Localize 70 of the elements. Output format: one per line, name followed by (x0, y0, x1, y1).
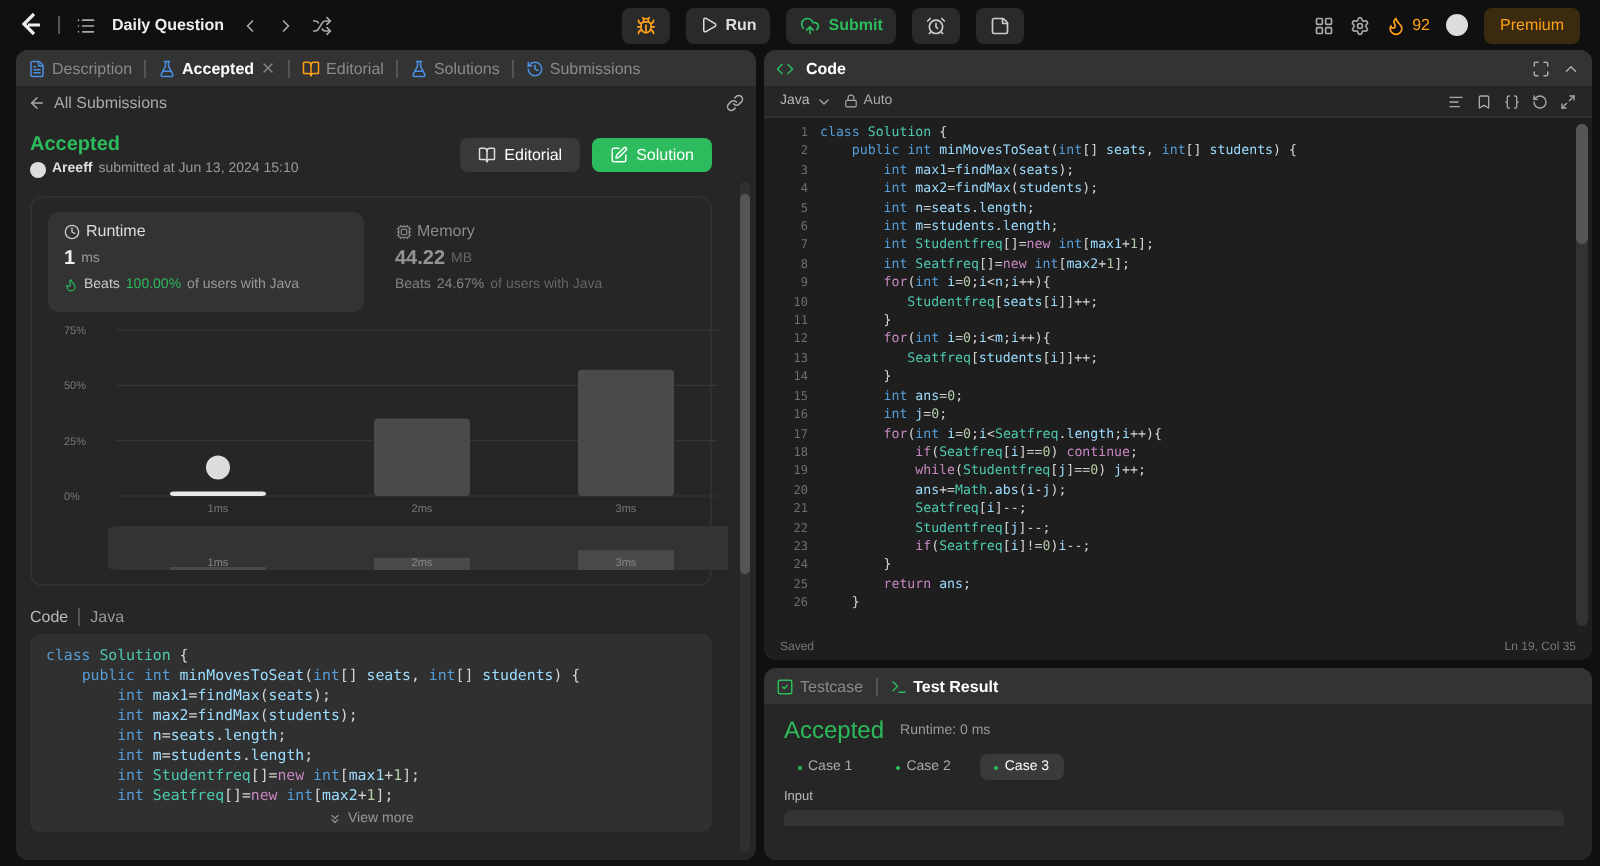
note-button[interactable] (976, 7, 1025, 43)
maximize-icon[interactable] (1532, 59, 1550, 77)
bug-icon (635, 15, 656, 35)
clock-icon (64, 223, 80, 239)
play-icon (699, 16, 718, 34)
tab-icon (28, 59, 46, 77)
submit-button[interactable]: Submit (786, 7, 897, 43)
chart-bar (170, 491, 266, 496)
chart-bar (578, 369, 674, 496)
debug-button[interactable] (621, 7, 670, 43)
chart-bar (374, 418, 470, 496)
fullscreen-icon[interactable] (1560, 93, 1576, 109)
panel-tab[interactable]: Solutions (409, 59, 500, 77)
shuffle-icon[interactable] (312, 15, 333, 35)
navigator-bar (578, 550, 674, 570)
code-section-title: Code (30, 607, 69, 625)
tab-icon (158, 59, 177, 77)
chip-icon (395, 223, 411, 239)
run-button[interactable]: Run (685, 7, 771, 43)
result-status: Accepted (784, 716, 885, 744)
link-icon[interactable] (726, 94, 744, 112)
panel-tab[interactable]: Test Result (889, 677, 999, 695)
cloud-upload-icon (800, 15, 821, 35)
alarm-button[interactable] (912, 7, 961, 43)
scrollbar[interactable] (740, 182, 750, 852)
grid-icon[interactable] (1314, 15, 1335, 35)
avatar-icon (30, 161, 46, 177)
logo-icon[interactable] (20, 12, 42, 38)
format-icon[interactable] (1448, 93, 1464, 109)
tab-icon (525, 59, 544, 77)
flame-icon[interactable] (1386, 15, 1407, 35)
scrollbar[interactable] (1576, 124, 1588, 244)
tab-icon (302, 59, 321, 77)
braces-icon[interactable] (1504, 93, 1520, 109)
problem-list-title[interactable]: Daily Question (112, 16, 225, 34)
back-link[interactable]: All Submissions (54, 94, 167, 112)
panel-title: Code (806, 59, 846, 77)
streak-count: 92 (1412, 16, 1430, 34)
premium-button[interactable]: Premium (1484, 7, 1581, 43)
panel-tab[interactable]: Description (28, 59, 133, 77)
avatar-icon[interactable] (1446, 14, 1468, 36)
stat-title: Runtime (86, 222, 146, 240)
tab-icon (409, 59, 428, 77)
settings-icon[interactable] (1350, 15, 1371, 35)
stat-value: 44.22 (395, 248, 446, 270)
back-arrow-icon[interactable] (28, 94, 46, 112)
close-icon[interactable] (260, 60, 277, 76)
tab-icon (889, 677, 908, 695)
reset-icon[interactable] (1532, 93, 1548, 109)
panel-tab[interactable]: Testcase (776, 677, 864, 695)
lock-icon[interactable] (843, 94, 858, 108)
bookmark-icon[interactable] (1476, 93, 1492, 109)
tab-icon (776, 677, 794, 695)
edit-icon (610, 146, 629, 164)
beats-icon (64, 278, 78, 292)
submission-status: Accepted (30, 133, 123, 155)
panel-tab[interactable]: Accepted (158, 59, 277, 77)
panel-tab[interactable]: Editorial (302, 59, 384, 77)
stat-value: 1 (64, 248, 76, 270)
code-icon (776, 59, 794, 77)
list-icon[interactable] (76, 15, 96, 35)
note-icon (990, 15, 1011, 35)
book-icon (478, 146, 497, 164)
alarm-clock-icon (926, 15, 947, 35)
code-language: Java (90, 607, 125, 625)
panel-tab[interactable]: Submissions (525, 59, 641, 77)
stat-title: Memory (417, 222, 475, 240)
avatar-icon (206, 455, 230, 480)
editorial-button[interactable]: Editorial (460, 138, 581, 172)
chevrons-down-icon (328, 812, 343, 826)
